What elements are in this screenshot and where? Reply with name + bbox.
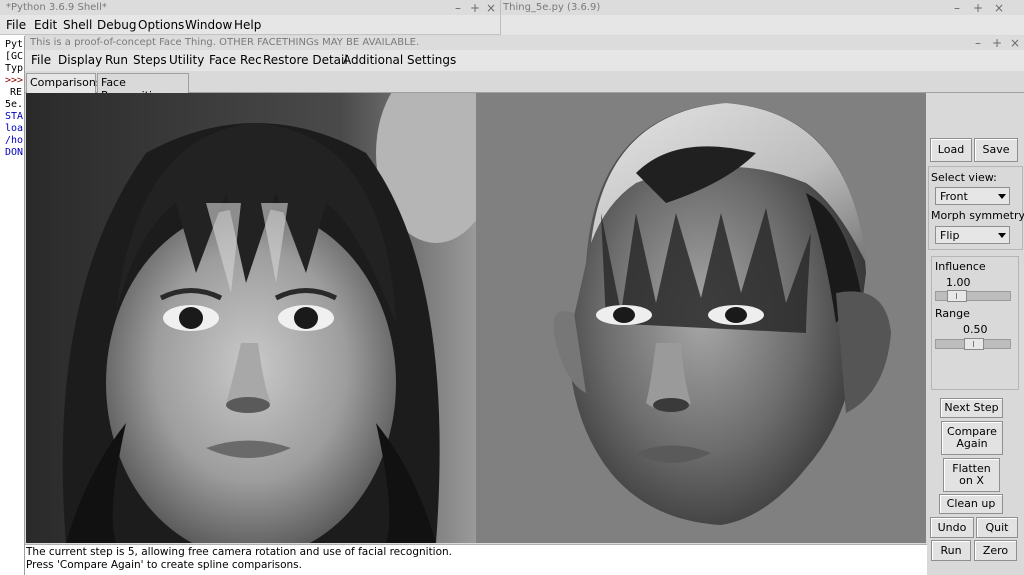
shell-menu-window[interactable]: Window [185,18,232,32]
shell-titlebar: *Python 3.6.9 Shell* – + × [0,0,500,15]
quit-button[interactable]: Quit [976,517,1018,538]
photo-pane [26,93,476,543]
shell-line: 5e. [5,99,24,110]
chevron-down-icon [998,194,1006,199]
editor-minimize-button[interactable]: – [954,1,960,15]
shell-menu-debug[interactable]: Debug [97,18,136,32]
view-settings-group: Select view: Front Morph symmetry: Flip [928,166,1024,250]
shell-line: Pyt [5,39,24,50]
shell-line: Typ [5,63,24,74]
tab-comparisons[interactable]: Comparisons [26,73,102,93]
tab-bar: Comparisons Face Recognition [25,71,1024,102]
editor-title: Thing_5e.py (3.6.9) [503,2,601,13]
range-label: Range [935,307,970,320]
shell-line: [GC [5,51,24,62]
morph-sliders-group: Influence 1.00 Range 0.50 [931,256,1019,390]
3d-head-model [553,103,891,525]
select-view-dropdown[interactable]: Front [935,187,1010,205]
app-menu-face-rec[interactable]: Face Rec [209,53,262,67]
app-menu-utility[interactable]: Utility [169,53,204,67]
face-thing-window: This is a proof-of-concept Face Thing. O… [24,36,1024,575]
influence-slider-track[interactable] [935,290,1011,302]
shell-prompt: >>> [5,75,24,86]
shell-menu-shell[interactable]: Shell [63,18,92,32]
editor-titlebar: Thing_5e.py (3.6.9) – + × [500,0,1024,15]
range-slider-track[interactable] [935,338,1011,350]
app-menu-restore-detail[interactable]: Restore Detail [263,53,348,67]
shell-line: loa [5,123,24,134]
control-panel: Load Save Select view: Front Morph symme… [927,93,1024,575]
editor-close-button[interactable]: × [994,1,1004,15]
source-face-photo [26,93,476,543]
shell-line: STA [5,111,24,122]
app-minimize-button[interactable]: – [975,36,981,50]
shell-menu-options[interactable]: Options [138,18,184,32]
app-menubar: File Display Run Steps Utility Face Rec … [25,50,1024,71]
shell-title: *Python 3.6.9 Shell* [6,2,107,13]
select-view-value: Front [940,190,968,203]
app-menu-file[interactable]: File [31,53,51,67]
editor-menubar [500,15,1024,35]
app-menu-additional-settings[interactable]: Additional Settings [343,53,456,67]
app-menu-display[interactable]: Display [58,53,102,67]
tab-comparisons-label: Comparisons [30,76,102,89]
clean-up-button[interactable]: Clean up [939,494,1003,514]
shell-menu-help[interactable]: Help [234,18,261,32]
shell-line: /ho [5,135,24,146]
status-line: The current step is 5, allowing free cam… [26,546,453,558]
shell-maximize-button[interactable]: + [470,1,480,15]
compare-again-button[interactable]: Compare Again [941,421,1003,455]
select-view-label: Select view: [931,171,997,184]
app-title: This is a proof-of-concept Face Thing. O… [30,37,420,48]
status-line: Press 'Compare Again' to create spline c… [26,559,302,571]
save-button[interactable]: Save [974,138,1018,162]
chevron-down-icon [998,233,1006,238]
app-close-button[interactable]: × [1010,36,1020,50]
influence-slider-handle[interactable] [947,290,967,302]
shell-text-area[interactable]: Pyt [GC Typ >>> RE 5e. STA loa /ho DON [0,35,26,575]
shell-line: DON [5,147,24,158]
shell-menu-edit[interactable]: Edit [34,18,57,32]
range-value: 0.50 [963,323,988,336]
range-slider-handle[interactable] [964,338,984,350]
undo-button[interactable]: Undo [930,517,974,538]
influence-value: 1.00 [946,276,971,289]
flatten-on-x-button[interactable]: Flatten on X [943,458,1000,492]
app-maximize-button[interactable]: + [992,36,1002,50]
status-text-area: The current step is 5, allowing free cam… [25,544,927,575]
next-step-button[interactable]: Next Step [940,398,1003,418]
editor-maximize-button[interactable]: + [973,1,983,15]
shell-menu-file[interactable]: File [6,18,26,32]
shell-close-button[interactable]: × [486,1,496,15]
morph-symmetry-dropdown[interactable]: Flip [935,226,1010,244]
app-menu-steps[interactable]: Steps [133,53,167,67]
shell-line: RE [10,87,23,98]
shell-minimize-button[interactable]: – [455,1,461,15]
shell-menubar: File Edit Shell Debug Options Window Hel… [0,15,500,35]
morph-symmetry-value: Flip [940,229,960,242]
load-button[interactable]: Load [930,138,972,162]
app-titlebar: This is a proof-of-concept Face Thing. O… [25,36,1024,50]
run-button[interactable]: Run [931,540,971,561]
tab-face-recognition[interactable]: Face Recognition [97,73,189,102]
app-menu-run[interactable]: Run [105,53,128,67]
3d-viewport[interactable] [476,93,926,543]
zero-button[interactable]: Zero [974,540,1017,561]
morph-symmetry-label: Morph symmetry: [931,209,1024,222]
influence-label: Influence [935,260,986,273]
